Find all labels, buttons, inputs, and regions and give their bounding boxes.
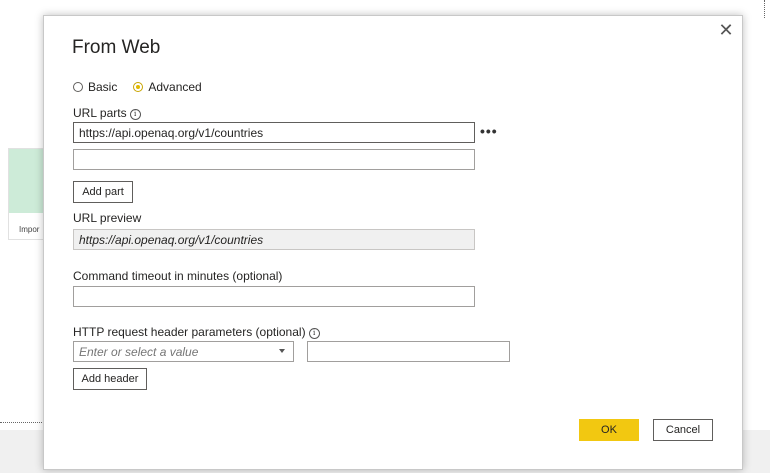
radio-basic-label[interactable]: Basic bbox=[88, 80, 117, 94]
timeout-input[interactable] bbox=[73, 286, 475, 307]
timeout-label: Command timeout in minutes (optional) bbox=[73, 269, 283, 283]
url-preview-field: https://api.openaq.org/v1/countries bbox=[73, 229, 475, 250]
add-header-button[interactable]: Add header bbox=[73, 368, 147, 390]
http-headers-label-text: HTTP request header parameters (optional… bbox=[73, 325, 306, 339]
header-name-select[interactable]: Enter or select a value bbox=[73, 341, 294, 362]
url-parts-label: URL parts i bbox=[73, 106, 141, 120]
radio-advanced-label[interactable]: Advanced bbox=[148, 80, 201, 94]
from-web-dialog: ✕ From Web Basic Advanced URL parts i htt… bbox=[43, 15, 743, 470]
http-headers-label: HTTP request header parameters (optional… bbox=[73, 325, 320, 339]
radio-basic[interactable] bbox=[73, 82, 83, 92]
close-icon[interactable]: ✕ bbox=[716, 20, 736, 40]
mode-radio-group: Basic Advanced bbox=[73, 80, 218, 94]
ok-button[interactable]: OK bbox=[579, 419, 639, 441]
info-icon[interactable]: i bbox=[308, 328, 320, 339]
background-card: Impor bbox=[8, 148, 48, 240]
url-part-1-input[interactable]: https://api.openaq.org/v1/countries bbox=[73, 122, 475, 143]
url-preview-label: URL preview bbox=[73, 211, 142, 225]
background-dotted-line bbox=[0, 422, 44, 423]
add-part-button[interactable]: Add part bbox=[73, 181, 133, 203]
cancel-button[interactable]: Cancel bbox=[653, 419, 713, 441]
url-parts-label-text: URL parts bbox=[73, 106, 127, 120]
info-icon[interactable]: i bbox=[129, 109, 141, 120]
dialog-title: From Web bbox=[72, 37, 161, 58]
url-part-2-input[interactable] bbox=[73, 149, 475, 170]
more-options-icon[interactable]: ••• bbox=[480, 123, 498, 139]
chevron-down-icon[interactable] bbox=[279, 349, 285, 353]
header-value-input[interactable] bbox=[307, 341, 510, 362]
background-dotted-line bbox=[764, 0, 765, 18]
header-select-placeholder: Enter or select a value bbox=[79, 345, 199, 359]
background-card-visual bbox=[9, 149, 47, 213]
radio-advanced[interactable] bbox=[133, 82, 144, 92]
